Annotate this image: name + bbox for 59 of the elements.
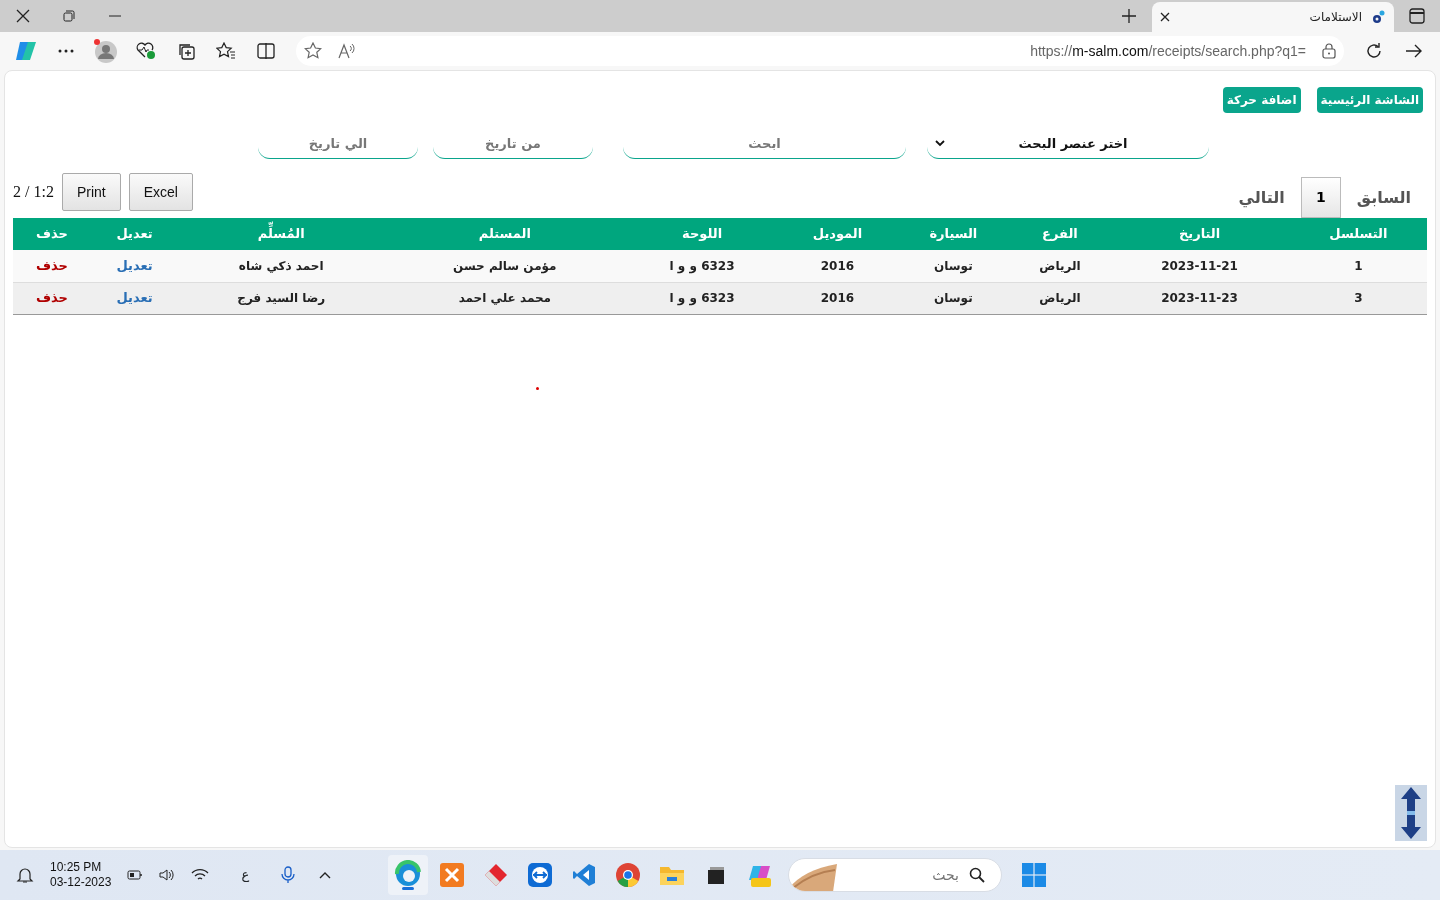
table-cell: الرياض — [1010, 282, 1110, 314]
plus-icon[interactable] — [1122, 9, 1136, 23]
column-header: تعديل — [90, 218, 179, 250]
address-bar[interactable]: https://m-salm.com/receipts/search.php?q1= — [296, 36, 1344, 66]
wifi-icon[interactable] — [191, 868, 210, 882]
delete-link[interactable]: حذف — [35, 258, 68, 273]
table-cell: توسان — [896, 250, 1011, 282]
taskbar-search-field[interactable]: بحث — [861, 863, 961, 887]
battery-icon[interactable] — [127, 870, 144, 880]
table-cell: احمد ذكي شاه — [178, 250, 385, 282]
dot-mark — [536, 387, 539, 390]
table-cell: 1 — [1289, 250, 1427, 282]
table-cell: 2016 — [778, 282, 897, 314]
chevron-down-icon[interactable] — [935, 140, 945, 147]
microphone-icon[interactable] — [281, 866, 296, 884]
table-cell: الرياض — [1010, 250, 1110, 282]
input-language[interactable]: ع — [241, 865, 250, 885]
clock-date[interactable]: 03-12-2023 — [50, 875, 112, 890]
column-header: الفرع — [1010, 218, 1110, 250]
close-icon[interactable] — [16, 9, 30, 23]
column-header: المُسلِّم — [178, 218, 385, 250]
column-header: التسلسل — [1289, 218, 1427, 250]
column-header: الموديل — [778, 218, 897, 250]
close-icon[interactable] — [1160, 12, 1170, 22]
table-cell: توسان — [896, 282, 1011, 314]
lock-icon[interactable] — [1322, 43, 1336, 59]
print-button[interactable]: Print — [61, 173, 121, 211]
column-header: السيارة — [896, 218, 1011, 250]
chevron-up-icon[interactable] — [319, 871, 332, 879]
volume-icon[interactable] — [159, 868, 176, 882]
column-header: التاريخ — [1109, 218, 1290, 250]
table-cell: 2016 — [778, 250, 897, 282]
edit-link[interactable]: تعديل — [116, 258, 153, 273]
star-icon[interactable] — [304, 42, 322, 60]
table-cell: مؤمن سالم حسن — [384, 250, 626, 282]
url-text: https://m-salm.com/receipts/search.php?q1= — [1030, 41, 1306, 61]
excel-button[interactable]: Excel — [128, 173, 193, 211]
column-header: حذف — [13, 218, 91, 250]
record-count: 2 / 1:2 — [13, 182, 54, 202]
notification-bell-icon[interactable] — [16, 866, 34, 884]
table-cell: محمد علي احمد — [384, 282, 626, 314]
next-link[interactable]: التالي — [1238, 185, 1285, 210]
table-cell: 6323 و و ا — [625, 250, 779, 282]
table-cell: 2023-11-21 — [1109, 250, 1290, 282]
table-cell: رضا السيد فرج — [178, 282, 385, 314]
edge-browser-icon[interactable] — [388, 855, 428, 895]
table-cell: 2023-11-23 — [1109, 282, 1290, 314]
taskbar-search-bar[interactable]: بحث — [788, 858, 1002, 892]
restore-icon[interactable] — [63, 10, 75, 22]
clock-time[interactable]: 10:25 PM — [50, 860, 112, 875]
browser-tab[interactable]: الاستلامات — [1152, 2, 1394, 32]
column-header: اللوحة — [625, 218, 779, 250]
table-cell: 6323 و و ا — [625, 282, 779, 314]
read-aloud-icon[interactable] — [338, 43, 356, 59]
page-number[interactable]: 1 — [1300, 177, 1341, 218]
search-icon[interactable] — [969, 867, 985, 883]
table-cell: 3 — [1289, 282, 1427, 314]
column-header: المستلم — [384, 218, 626, 250]
previous-link[interactable]: السابق — [1356, 185, 1411, 210]
